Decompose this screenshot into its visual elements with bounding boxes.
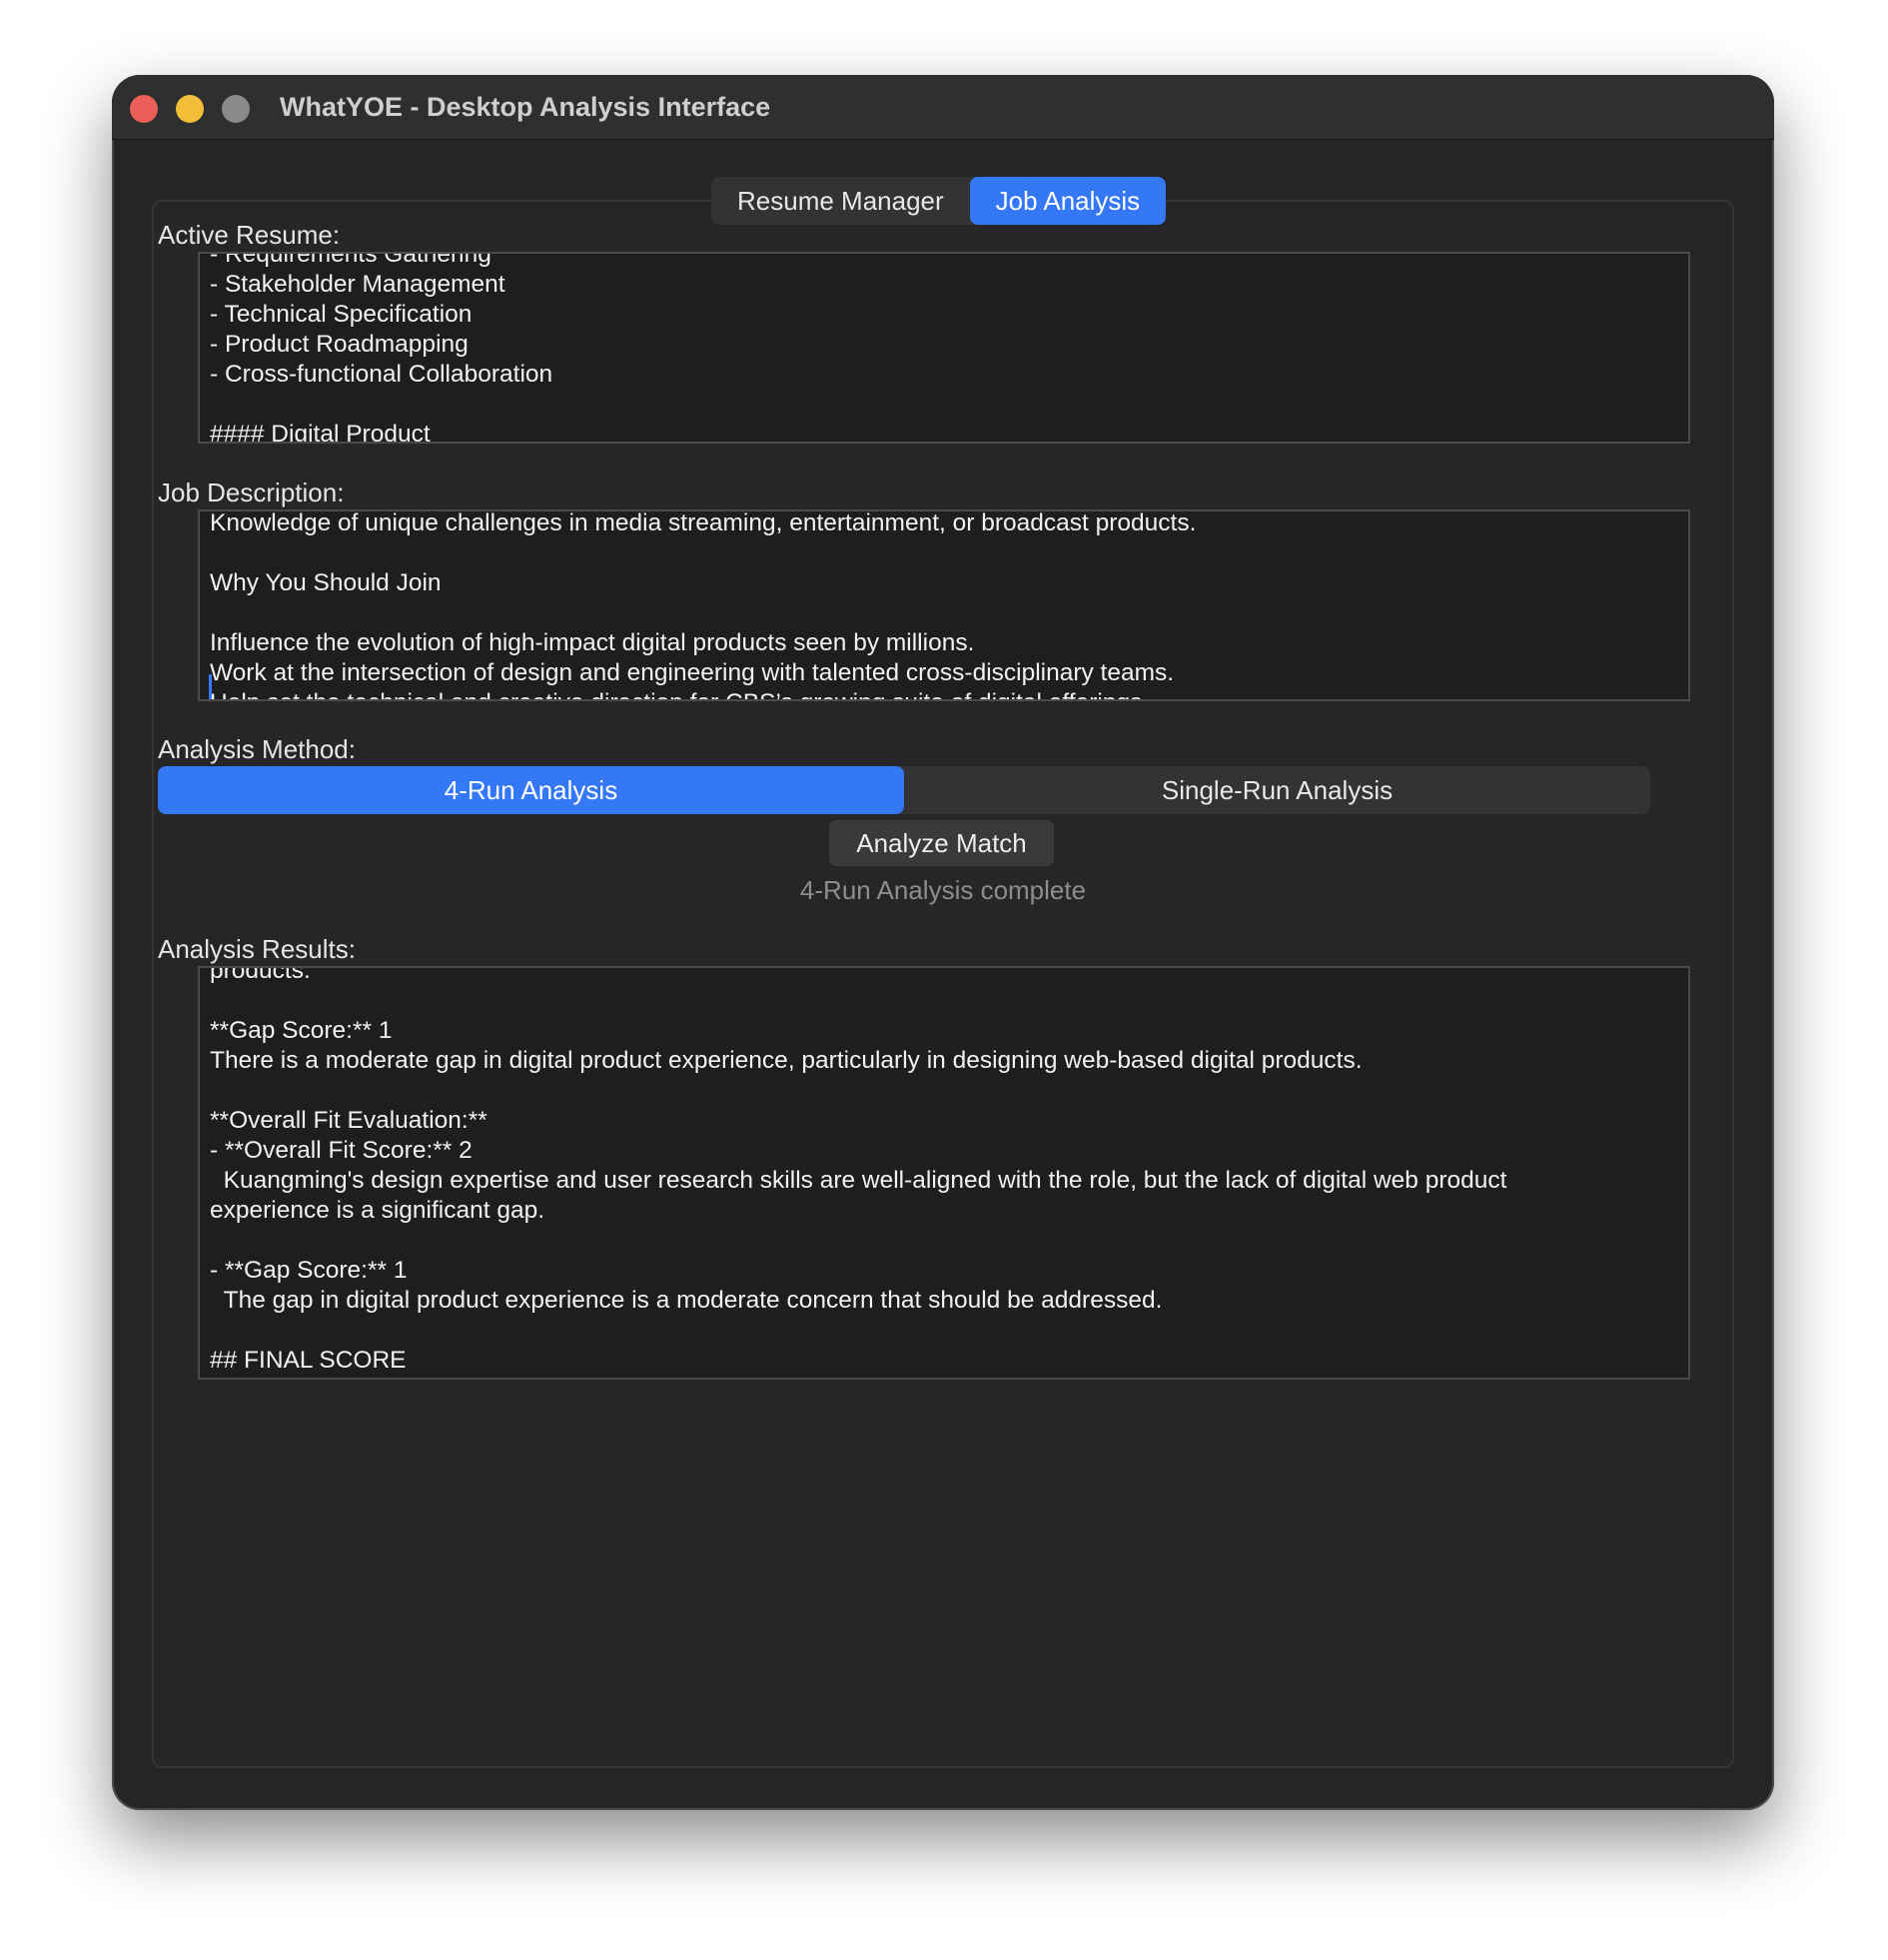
zoom-window-button[interactable] [222, 95, 250, 123]
tab-resume-manager[interactable]: Resume Manager [711, 177, 970, 225]
job-description-label: Job Description: [158, 478, 345, 507]
analysis-method-label: Analysis Method: [158, 734, 356, 764]
title-bar[interactable]: WhatYOE - Desktop Analysis Interface [112, 75, 1774, 140]
analysis-results-label: Analysis Results: [158, 934, 356, 964]
job-description-text-area[interactable]: Knowledge of unique challenges in media … [198, 509, 1690, 701]
job-description-text: Knowledge of unique challenges in media … [210, 509, 1197, 699]
analysis-results-text-area[interactable]: products. **Gap Score:** 1 There is a mo… [198, 966, 1690, 1380]
active-resume-text: - Requirements Gathering - Stakeholder M… [210, 252, 553, 444]
active-resume-label: Active Resume: [158, 220, 341, 250]
app-window: WhatYOE - Desktop Analysis Interface Res… [112, 75, 1774, 1810]
text-cursor [209, 674, 212, 699]
analysis-status-text: 4-Run Analysis complete [799, 875, 1087, 905]
single-run-analysis-option[interactable]: Single-Run Analysis [904, 766, 1650, 814]
active-resume-text-area[interactable]: - Requirements Gathering - Stakeholder M… [198, 252, 1690, 444]
tab-job-analysis[interactable]: Job Analysis [969, 177, 1167, 225]
close-window-button[interactable] [130, 95, 158, 123]
analysis-method-selector: 4-Run Analysis Single-Run Analysis [158, 766, 1650, 814]
analysis-results-text: products. **Gap Score:** 1 There is a mo… [210, 966, 1507, 1378]
window-title: WhatYOE - Desktop Analysis Interface [280, 92, 771, 122]
tab-bar: Resume Manager Job Analysis [711, 177, 1167, 225]
four-run-analysis-option[interactable]: 4-Run Analysis [158, 766, 904, 814]
minimize-window-button[interactable] [176, 95, 204, 123]
analyze-match-button[interactable]: Analyze Match [829, 820, 1054, 866]
